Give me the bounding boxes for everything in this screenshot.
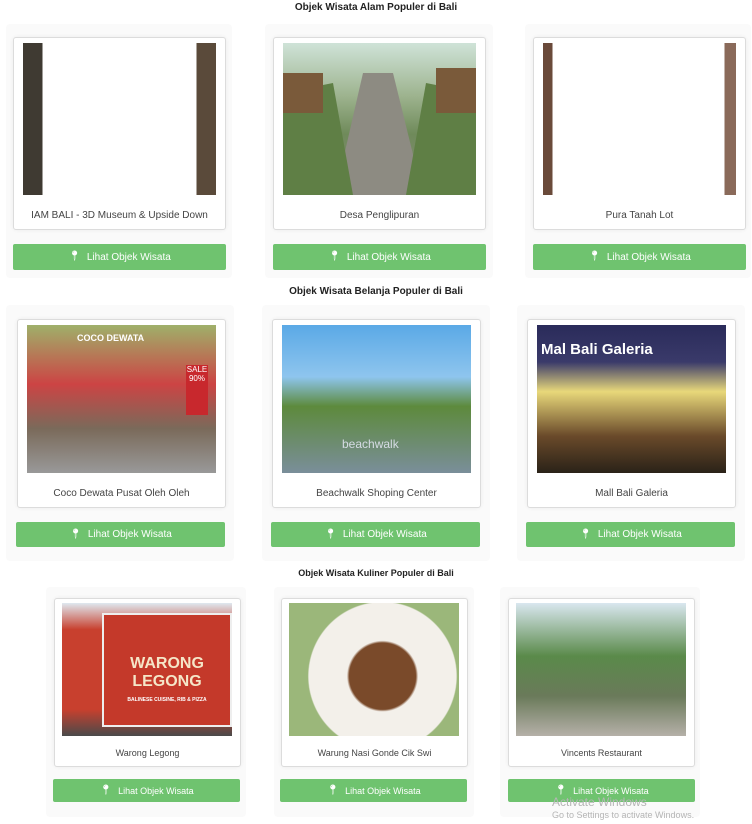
card-coco-dewata: COCO DEWATA SALE 90% Coco Dewata Pusat O… — [17, 319, 226, 508]
museum-photo — [23, 43, 216, 195]
card-caption: IAM BALI - 3D Museum & Upside Down — [31, 210, 208, 221]
button-label: Lihat Objek Wisata — [342, 529, 427, 540]
card-vincents: Vincents Restaurant — [508, 598, 695, 767]
map-marker-icon: 📍︎ — [326, 784, 340, 796]
view-warong-legong-button[interactable]: 📍︎ Lihat Objek Wisata — [53, 779, 240, 802]
activation-watermark: Activate Windows Go to Settings to activ… — [552, 796, 694, 822]
card-tanah-lot: Pura Tanah Lot — [533, 37, 746, 230]
restaurant-front-photo — [516, 603, 686, 736]
button-label: Lihat Objek Wisata — [346, 251, 431, 263]
map-marker-icon: 📍︎ — [69, 528, 82, 540]
watermark-title: Activate Windows — [552, 795, 647, 809]
temple-sunset-photo — [543, 43, 736, 195]
sign-line-1: WARONG — [130, 655, 204, 672]
button-label: Lihat Objek Wisata — [573, 785, 649, 796]
map-marker-icon: 📍︎ — [99, 784, 113, 796]
sale-percent: 90% — [188, 374, 205, 383]
map-marker-icon: 📍︎ — [579, 528, 592, 540]
section-title-kuliner: Objek Wisata Kuliner Populer di Bali — [298, 568, 454, 578]
card-beachwalk: beachwalk Beachwalk Shoping Center — [272, 319, 481, 508]
section-title-belanja: Objek Wisata Belanja Populer di Bali — [289, 286, 463, 297]
sign-subtitle: BALINESE CUISINE, RIB & PIZZA — [127, 697, 207, 703]
view-coco-dewata-button[interactable]: 📍︎ Lihat Objek Wisata — [16, 522, 225, 547]
mall-sign: Mal Bali Galeria — [541, 341, 653, 358]
card-caption: Coco Dewata Pusat Oleh Oleh — [53, 488, 190, 499]
view-warung-nasi-button[interactable]: 📍︎ Lihat Objek Wisata — [280, 779, 467, 802]
card-caption: Beachwalk Shoping Center — [316, 488, 437, 499]
card-caption: Warung Nasi Gonde Cik Swi — [317, 748, 432, 758]
card-warong-legong: WARONG LEGONG BALINESE CUISINE, RIB & PI… — [54, 598, 241, 767]
sale-sign: SALE 90% — [186, 365, 208, 415]
view-beachwalk-button[interactable]: 📍︎ Lihat Objek Wisata — [271, 522, 480, 547]
section-title-alam: Objek Wisata Alam Populer di Bali — [294, 2, 458, 13]
button-label: Lihat Objek Wisata — [597, 529, 682, 540]
card-mall-bali-galeria: Mal Bali Galeria Mall Bali Galeria — [527, 319, 736, 508]
button-label: Lihat Objek Wisata — [606, 251, 691, 263]
shop-sign: COCO DEWATA — [77, 333, 145, 343]
card-museum: IAM BALI - 3D Museum & Upside Down — [13, 37, 226, 230]
view-mall-bali-galeria-button[interactable]: 📍︎ Lihat Objek Wisata — [526, 522, 735, 547]
view-museum-button[interactable]: 📍︎ Lihat Objek Wisata — [13, 244, 226, 270]
card-caption: Pura Tanah Lot — [605, 210, 674, 221]
map-marker-icon: 📍︎ — [324, 528, 337, 540]
map-marker-icon: 📍︎ — [554, 784, 568, 796]
mall-entrance-photo: Mal Bali Galeria — [537, 325, 726, 473]
button-label: Lihat Objek Wisata — [87, 529, 172, 540]
map-marker-icon: 📍︎ — [68, 251, 81, 262]
watermark-subtitle: Go to Settings to activate Windows. — [552, 810, 695, 820]
village-path-photo — [283, 43, 476, 195]
restaurant-sign: WARONG LEGONG BALINESE CUISINE, RIB & PI… — [102, 613, 232, 727]
button-label: Lihat Objek Wisata — [118, 785, 194, 796]
sale-label: SALE — [186, 365, 208, 374]
button-label: Lihat Objek Wisata — [86, 251, 171, 263]
sign-line-2: LEGONG — [132, 673, 202, 690]
view-penglipuran-button[interactable]: 📍︎ Lihat Objek Wisata — [273, 244, 486, 270]
card-caption: Desa Penglipuran — [339, 210, 420, 221]
card-penglipuran: Desa Penglipuran — [273, 37, 486, 230]
mall-sign: beachwalk — [342, 437, 399, 451]
card-warung-nasi: Warung Nasi Gonde Cik Swi — [281, 598, 468, 767]
view-tanah-lot-button[interactable]: 📍︎ Lihat Objek Wisata — [533, 244, 746, 270]
mall-garden-photo: beachwalk — [282, 325, 471, 473]
card-caption: Warong Legong — [115, 748, 180, 758]
village-path-illustration — [283, 68, 476, 195]
button-label: Lihat Objek Wisata — [345, 785, 421, 796]
map-marker-icon: 📍︎ — [588, 251, 601, 262]
map-marker-icon: 📍︎ — [328, 251, 341, 262]
souvenir-shop-photo: COCO DEWATA SALE 90% — [27, 325, 216, 473]
restaurant-sign-photo: WARONG LEGONG BALINESE CUISINE, RIB & PI… — [62, 603, 232, 736]
food-plate-photo — [289, 603, 459, 736]
card-caption: Vincents Restaurant — [561, 748, 642, 758]
card-caption: Mall Bali Galeria — [595, 488, 668, 499]
